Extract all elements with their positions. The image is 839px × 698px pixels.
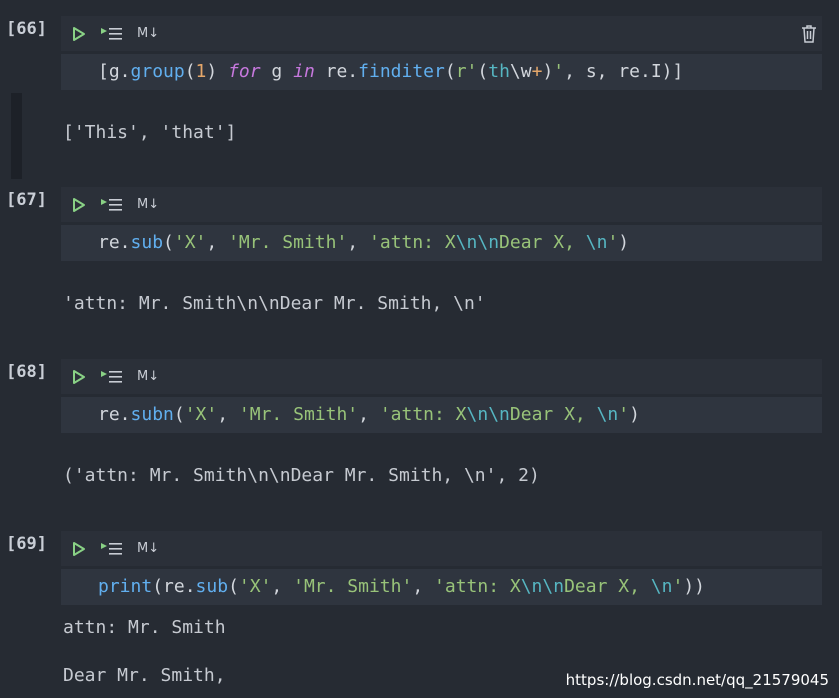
code-token: 'X' [184,404,218,425]
code-token: finditer [358,61,445,82]
code-token: sub [195,576,229,597]
run-cell-icon[interactable] [71,16,87,51]
cell-output-line: Dear Mr. Smith, [63,665,226,686]
code-token: subn [130,404,174,425]
code-token: ( [184,61,196,82]
code-token: re. [314,61,359,82]
code-token: sub [130,232,164,253]
execute-above-icon[interactable] [101,359,123,394]
execution-count: [67] [6,190,47,210]
code-token: ( [444,61,456,82]
code-token: for [228,61,261,82]
execution-count: [68] [6,362,47,382]
code-token: \n [650,576,673,597]
code-token: [g. [98,61,131,82]
code-token: ' [607,232,619,253]
code-token: g [260,61,294,82]
code-token: Dear X, [564,576,651,597]
trash-icon[interactable] [800,16,818,51]
code-line: re.sub('X', 'Mr. Smith', 'attn: X\n\nDea… [98,225,629,261]
code-token: , s, re.I)] [564,61,684,82]
code-token: \n [596,404,619,425]
code-token: 'attn: X [368,232,456,253]
code-token: , [358,404,380,425]
code-token: \w [509,61,532,82]
cell-toolbar: M↓ [61,359,822,394]
code-token: 'attn: X [434,576,521,597]
execute-above-icon[interactable] [101,187,123,222]
code-token: , [347,232,369,253]
code-token: 1 [195,61,207,82]
cell-output-line: attn: Mr. Smith [63,617,226,638]
code-token: \n\n [520,576,565,597]
code-editor[interactable]: re.subn('X', 'Mr. Smith', 'attn: X\n\nDe… [61,397,822,433]
code-token: ) [629,404,640,425]
code-token: 'X' [173,232,207,253]
code-line: [g.group(1) for g in re.finditer(r'(th\w… [98,54,683,90]
code-token: , [206,232,229,253]
code-token: , [271,576,294,597]
code-editor[interactable]: re.sub('X', 'Mr. Smith', 'attn: X\n\nDea… [61,225,822,261]
code-token: Dear X, [499,232,586,253]
cell-toolbar: M↓ [61,16,822,51]
code-token: ( [477,61,489,82]
code-token: 'attn: X [379,404,467,425]
run-cell-icon[interactable] [71,359,87,394]
run-cell-icon[interactable] [71,531,87,566]
cell-output: 'attn: Mr. Smith\n\nDear Mr. Smith, \n' [63,293,486,314]
code-token: ( [163,232,174,253]
code-token: th [488,61,510,82]
code-token: \n [585,232,608,253]
markdown-toggle[interactable]: M↓ [137,531,159,566]
code-token: 'Mr. Smith' [293,576,413,597]
code-token: re. [98,232,131,253]
execute-above-icon[interactable] [101,531,123,566]
code-token: ' [672,576,684,597]
code-token: in [293,61,315,82]
code-token: \n\n [466,404,510,425]
run-cell-icon[interactable] [71,187,87,222]
code-token: \n\n [455,232,500,253]
execution-count: [69] [6,534,47,554]
code-editor[interactable]: print(re.sub('X', 'Mr. Smith', 'attn: X\… [61,569,822,605]
code-token: , [412,576,435,597]
code-token: ) [542,61,554,82]
code-token: 'X' [238,576,272,597]
cell-toolbar: M↓ [61,531,822,566]
markdown-toggle[interactable]: M↓ [137,359,159,394]
code-token: r' [455,61,478,82]
code-token: re. [98,404,131,425]
code-token: ( [228,576,239,597]
code-token: ' [618,404,630,425]
code-token: + [531,61,543,82]
code-token: print [98,576,153,597]
cell-toolbar: M↓ [61,187,822,222]
code-token: ' [553,61,565,82]
code-token: )) [683,576,705,597]
markdown-toggle[interactable]: M↓ [137,187,159,222]
code-line: print(re.sub('X', 'Mr. Smith', 'attn: X\… [98,569,705,605]
code-token: (re. [152,576,196,597]
markdown-toggle[interactable]: M↓ [137,16,159,51]
code-line: re.subn('X', 'Mr. Smith', 'attn: X\n\nDe… [98,397,640,433]
cell-output: ('attn: Mr. Smith\n\nDear Mr. Smith, \n'… [63,465,540,486]
code-token: , [217,404,239,425]
execution-count: [66] [6,19,47,39]
code-token: 'Mr. Smith' [228,232,348,253]
watermark: https://blog.csdn.net/qq_21579045 [565,671,829,689]
code-token: ( [173,404,185,425]
code-token: ) [618,232,630,253]
cell-output: ['This', 'that'] [63,122,237,143]
code-token: group [130,61,185,82]
code-editor[interactable]: [g.group(1) for g in re.finditer(r'(th\w… [61,54,822,90]
code-token: Dear X, [509,404,597,425]
execute-above-icon[interactable] [101,16,123,51]
code-token: ) [206,61,229,82]
output-collapse-bar[interactable] [11,93,22,179]
code-token: 'Mr. Smith' [238,404,359,425]
